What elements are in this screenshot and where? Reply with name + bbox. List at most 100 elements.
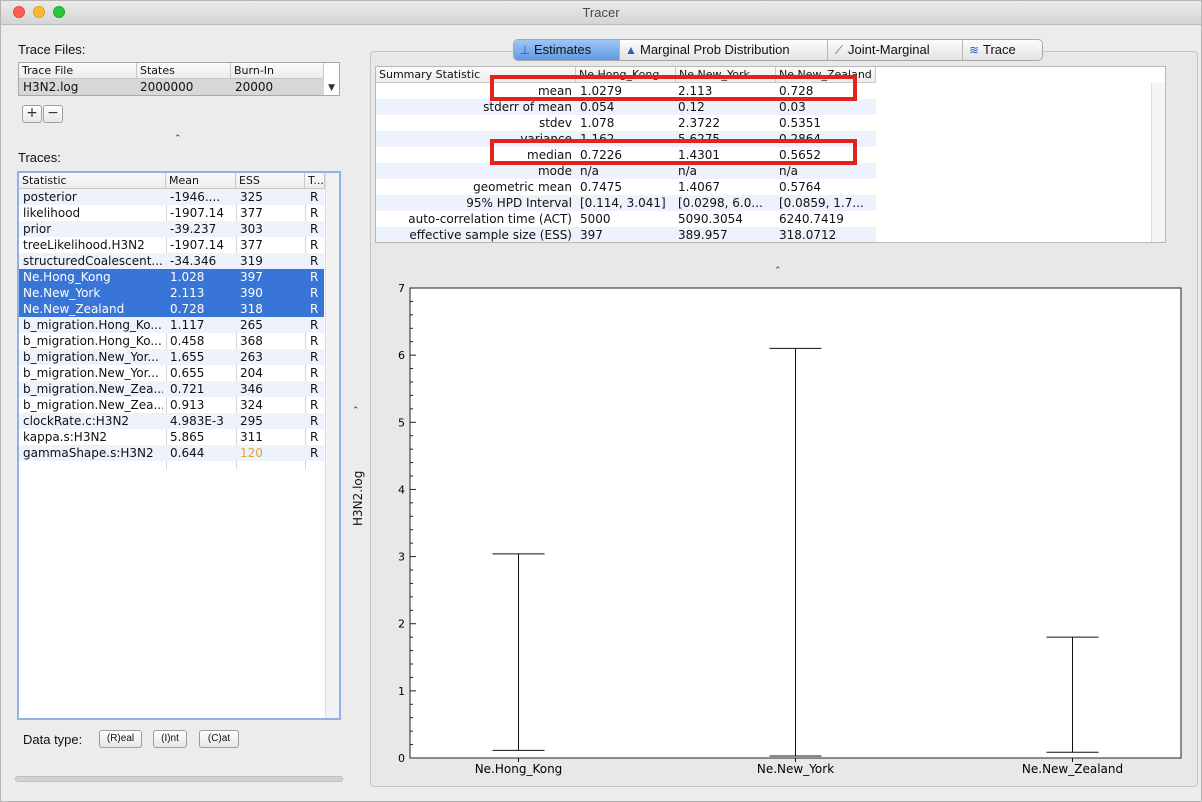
- trace-row[interactable]: b_migration.Hong_Ko... 0.458 368 R: [19, 333, 324, 349]
- trace-ess-cell: 368: [240, 334, 263, 348]
- real-type-button[interactable]: (R)eal: [99, 730, 142, 748]
- trace-type-cell: R: [310, 382, 319, 396]
- trace-ess-cell: 377: [240, 238, 263, 252]
- split-pane-caret-icon[interactable]: ⌃: [174, 134, 182, 144]
- trace-type-cell: R: [310, 238, 319, 252]
- summary-row: stderr of mean 0.054 0.12 0.03: [376, 99, 876, 115]
- tab-estimates[interactable]: ⊥ Estimates: [514, 40, 620, 60]
- trace-mean-cell: 0.913: [170, 398, 205, 412]
- trace-file-row[interactable]: H3N2.log 2000000 20000: [19, 79, 324, 95]
- tab-joint-marginal[interactable]: ⟋ Joint-Marginal: [828, 40, 963, 60]
- col-header-states[interactable]: States: [137, 63, 231, 79]
- trace-row[interactable]: structuredCoalescent.... -34.346 319 R: [19, 253, 324, 269]
- trace-stat-cell: b_migration.New_Zea...: [23, 382, 163, 396]
- summary-value-hk: [0.114, 3.041]: [580, 196, 666, 210]
- trace-ess-cell: 325: [240, 190, 263, 204]
- divider-caret-icon[interactable]: ⌃: [352, 406, 360, 416]
- trace-row[interactable]: b_migration.Hong_Ko... 1.117 265 R: [19, 317, 324, 333]
- col-header-burn-in[interactable]: Burn-In: [231, 63, 324, 79]
- traces-scrollbar[interactable]: [325, 173, 339, 718]
- trace-ess-cell: 346: [240, 382, 263, 396]
- tab-marginal-prob-distribution[interactable]: ▲ Marginal Prob Distribution: [620, 40, 828, 60]
- trace-row[interactable]: b_migration.New_Zea... 0.913 324 R: [19, 397, 324, 413]
- trace-row[interactable]: prior -39.237 303 R: [19, 221, 324, 237]
- summary-value-nz: 0.5764: [779, 180, 821, 194]
- trace-row[interactable]: b_migration.New_Yor... 1.655 263 R: [19, 349, 324, 365]
- trace-row[interactable]: gammaShape.s:H3N2 0.644 120 R: [19, 445, 324, 461]
- trace-row[interactable]: likelihood -1907.14 377 R: [19, 205, 324, 221]
- trace-stat-cell: Ne.Hong_Kong: [23, 270, 111, 284]
- summary-row: mode n/a n/a n/a: [376, 163, 876, 179]
- cat-type-button[interactable]: (C)at: [199, 730, 239, 748]
- trace-mean-cell: 1.028: [170, 270, 205, 284]
- summary-value-hk: 0.054: [580, 100, 615, 114]
- col-header-statistic[interactable]: Statistic: [19, 173, 166, 189]
- col-header-mean[interactable]: Mean: [166, 173, 236, 189]
- trace-ess-cell: 397: [240, 270, 263, 284]
- trace-row[interactable]: b_migration.New_Zea... 0.721 346 R: [19, 381, 324, 397]
- summary-scrollbar[interactable]: [1151, 83, 1165, 242]
- trace-stat-cell: prior: [23, 222, 52, 236]
- summary-value-hk: 1.078: [580, 116, 615, 130]
- median-row-highlight: [490, 139, 857, 165]
- summary-value-hk: 397: [580, 228, 603, 242]
- trace-type-cell: R: [310, 334, 319, 348]
- summary-value-nz: 0.03: [779, 100, 806, 114]
- trace-ess-cell: 204: [240, 366, 263, 380]
- data-type-label: Data type:: [23, 732, 83, 747]
- plot-divider-caret-icon[interactable]: ⌃: [774, 266, 782, 276]
- trace-row[interactable]: Ne.New_Zealand 0.728 318 R: [19, 301, 324, 317]
- trace-stat-cell: b_migration.New_Yor...: [23, 366, 159, 380]
- trace-row[interactable]: treeLikelihood.H3N2 -1907.14 377 R: [19, 237, 324, 253]
- trace-type-cell: R: [310, 398, 319, 412]
- trace-row[interactable]: kappa.s:H3N2 5.865 311 R: [19, 429, 324, 445]
- col-header-ess[interactable]: ESS: [236, 173, 305, 189]
- summary-stat-name: stdev: [538, 116, 572, 130]
- trace-ess-cell: 263: [240, 350, 263, 364]
- trace-row[interactable]: Ne.New_York 2.113 390 R: [19, 285, 324, 301]
- trace-ess-cell: 390: [240, 286, 263, 300]
- summary-value-nz: [0.0859, 1.7...: [779, 196, 864, 210]
- trace-mean-cell: 1.655: [170, 350, 205, 364]
- trace-ess-cell: 265: [240, 318, 263, 332]
- add-trace-file-button[interactable]: +: [22, 105, 42, 123]
- trace-ess-cell: 303: [240, 222, 263, 236]
- col-header-trace-file[interactable]: Trace File: [19, 63, 137, 79]
- trace-file-name: H3N2.log: [23, 80, 79, 94]
- summary-value-ny: 1.4067: [678, 180, 720, 194]
- remove-trace-file-button[interactable]: −: [43, 105, 63, 123]
- trace-type-cell: R: [310, 302, 319, 316]
- trace-row[interactable]: posterior -1946.... 325 R: [19, 189, 324, 205]
- trace-ess-cell: 319: [240, 254, 263, 268]
- trace-type-cell: R: [310, 254, 319, 268]
- summary-row: auto-correlation time (ACT) 5000 5090.3054…: [376, 211, 876, 227]
- chevron-down-icon[interactable]: ▼: [328, 83, 335, 93]
- trace-type-cell: R: [310, 366, 319, 380]
- summary-value-nz: 0.5351: [779, 116, 821, 130]
- trace-row[interactable]: b_migration.New_Yor... 0.655 204 R: [19, 365, 324, 381]
- summary-row: 95% HPD Interval [0.114, 3.041] [0.0298, 6…: [376, 195, 876, 211]
- trace-files-label: Trace Files:: [18, 42, 86, 57]
- trace-mean-cell: -34.346: [170, 254, 217, 268]
- summary-value-hk: n/a: [580, 164, 600, 178]
- int-type-button[interactable]: (I)nt: [153, 730, 187, 748]
- summary-stat-name: effective sample size (ESS): [409, 228, 572, 242]
- summary-value-nz: 318.0712: [779, 228, 837, 242]
- col-header-type[interactable]: T...: [305, 173, 325, 189]
- traces-table: Statistic Mean ESS T... posterior -1946..…: [17, 171, 341, 720]
- horizontal-scrollbar[interactable]: [15, 776, 343, 782]
- traces-label: Traces:: [18, 150, 61, 165]
- trace-stat-cell: likelihood: [23, 206, 81, 220]
- tab-trace[interactable]: ≋ Trace: [963, 40, 1043, 60]
- trace-file-burnin[interactable]: 20000: [235, 79, 320, 95]
- trace-type-cell: R: [310, 270, 319, 284]
- summary-stat-name: geometric mean: [473, 180, 572, 194]
- summary-value-ny: 0.12: [678, 100, 705, 114]
- joint-marginal-icon: ⟋: [834, 43, 844, 57]
- trace-ess-cell: 120: [240, 446, 263, 460]
- trace-row[interactable]: Ne.Hong_Kong 1.028 397 R: [19, 269, 324, 285]
- trace-mean-cell: -1907.14: [170, 206, 224, 220]
- summary-stat-name: stderr of mean: [483, 100, 572, 114]
- trace-row[interactable]: clockRate.c:H3N2 4.983E-3 295 R: [19, 413, 324, 429]
- trace-mean-cell: -1907.14: [170, 238, 224, 252]
